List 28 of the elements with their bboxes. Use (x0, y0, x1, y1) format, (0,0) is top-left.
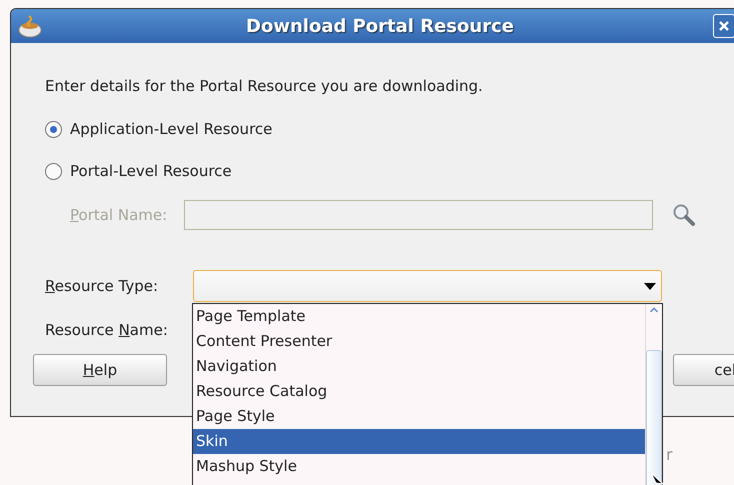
radio-button[interactable] (45, 162, 62, 180)
dropdown-option[interactable]: Content Presenter (193, 329, 645, 354)
field-label: Portal Name: (70, 206, 168, 224)
search-icon[interactable] (672, 203, 696, 227)
background-text: r (666, 445, 673, 464)
dropdown-option[interactable]: Mashup Style (193, 454, 645, 479)
field-label: Resource Type: (45, 277, 160, 295)
dropdown-option[interactable]: Page Template (193, 304, 645, 329)
portal-name-field[interactable] (184, 200, 654, 230)
dropdown-option[interactable]: Navigation (193, 354, 645, 379)
dropdown-option[interactable]: Page Style (193, 404, 645, 429)
radio-label: Application-Level Resource (70, 120, 272, 138)
radio-label: Portal-Level Resource (70, 162, 232, 180)
resource-type-dropdown[interactable] (193, 270, 662, 302)
window-title: Download Portal Resource (246, 16, 514, 36)
scrollbar-thumb[interactable] (646, 350, 662, 485)
scrollbar[interactable] (645, 304, 662, 485)
close-icon (719, 21, 729, 31)
instruction-text: Enter details for the Portal Resource you are downloading. (45, 77, 484, 97)
caret-icon (644, 282, 656, 290)
coffee-cup-icon (17, 14, 43, 38)
radio-button[interactable] (45, 120, 62, 138)
dropdown-option[interactable]: Resource Catalog (193, 379, 645, 404)
field-label: Resource Name: (45, 321, 168, 339)
close-button[interactable] (713, 14, 734, 38)
scroll-up-icon[interactable] (648, 307, 660, 313)
help-button[interactable]: Help (33, 354, 167, 386)
dropdown-option[interactable]: Skin (193, 429, 645, 454)
